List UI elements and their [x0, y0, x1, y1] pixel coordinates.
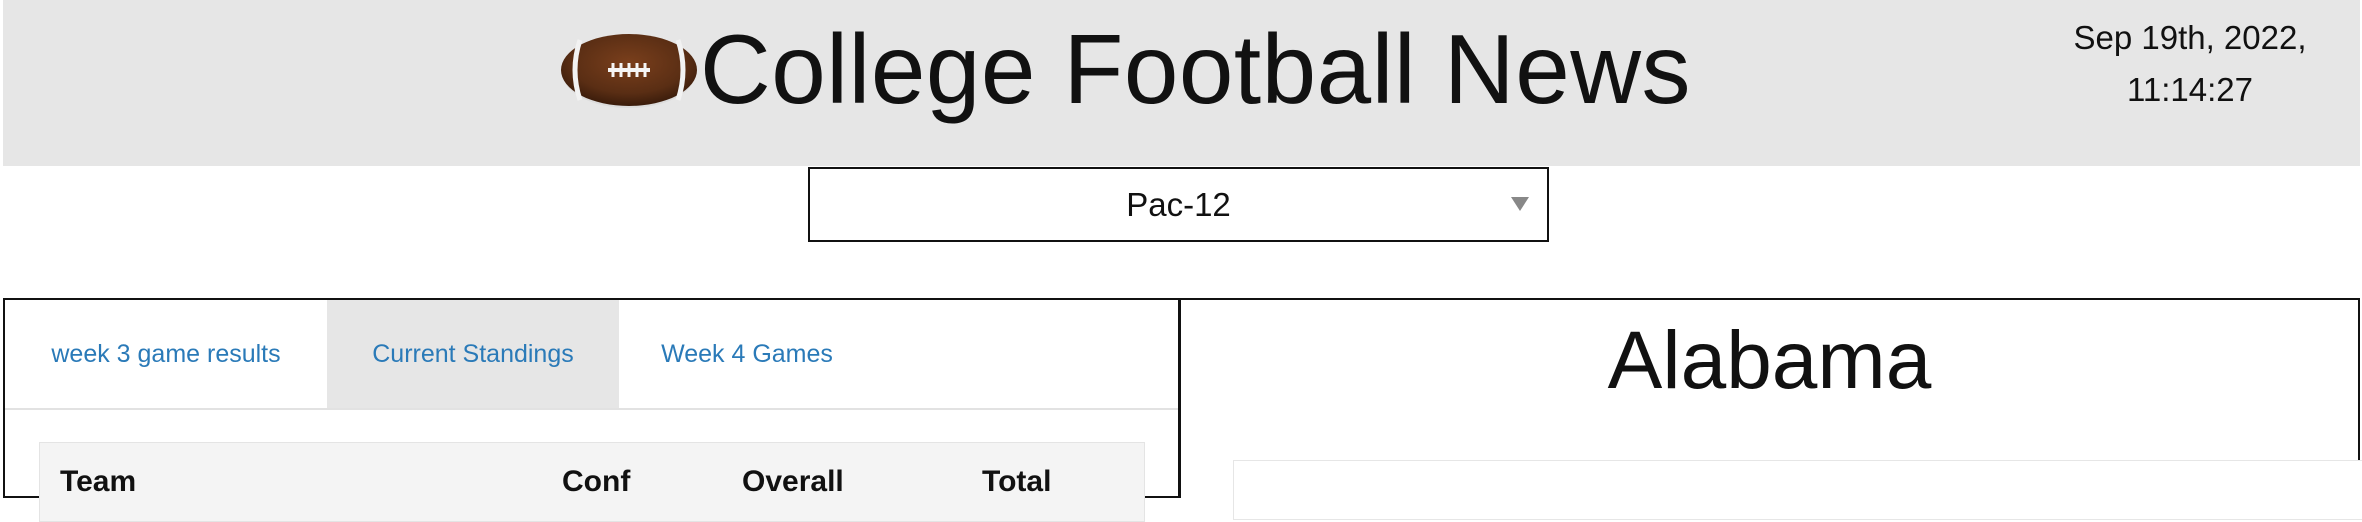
results-panel: week 3 game results Current Standings We…: [3, 298, 1180, 522]
brand: College Football News: [558, 14, 1691, 124]
conference-select-value: Pac-12: [1126, 185, 1231, 223]
column-header-total: Total: [982, 465, 1052, 498]
column-header-team: Team: [60, 465, 137, 498]
column-header-overall: Overall: [742, 465, 844, 498]
current-time: 11:14:27: [2126, 71, 2253, 108]
team-name-heading: Alabama: [1607, 315, 1932, 406]
football-icon: [561, 34, 697, 108]
chevron-down-icon: [1511, 197, 1529, 211]
current-datetime: Sep 19th, 2022, 11:14:27: [2060, 12, 2320, 116]
tab-current-standings[interactable]: Current Standings: [327, 300, 619, 408]
current-date: Sep 19th, 2022,: [2073, 19, 2307, 56]
tab-week-3-game-results[interactable]: week 3 game results: [5, 300, 327, 408]
conference-select[interactable]: Pac-12: [808, 167, 1549, 242]
team-panel: Alabama: [1178, 298, 2362, 520]
panel-tabs: week 3 game results Current Standings We…: [5, 300, 1180, 410]
column-header-conf: Conf: [562, 465, 631, 498]
site-title: College Football News: [700, 14, 1691, 124]
site-header: College Football News Sep 19th, 2022, 11…: [3, 0, 2360, 166]
tab-week-4-games[interactable]: Week 4 Games: [619, 300, 875, 408]
standings-table: Team Conf Overall Total: [39, 442, 1145, 522]
team-card: [1233, 460, 2362, 520]
